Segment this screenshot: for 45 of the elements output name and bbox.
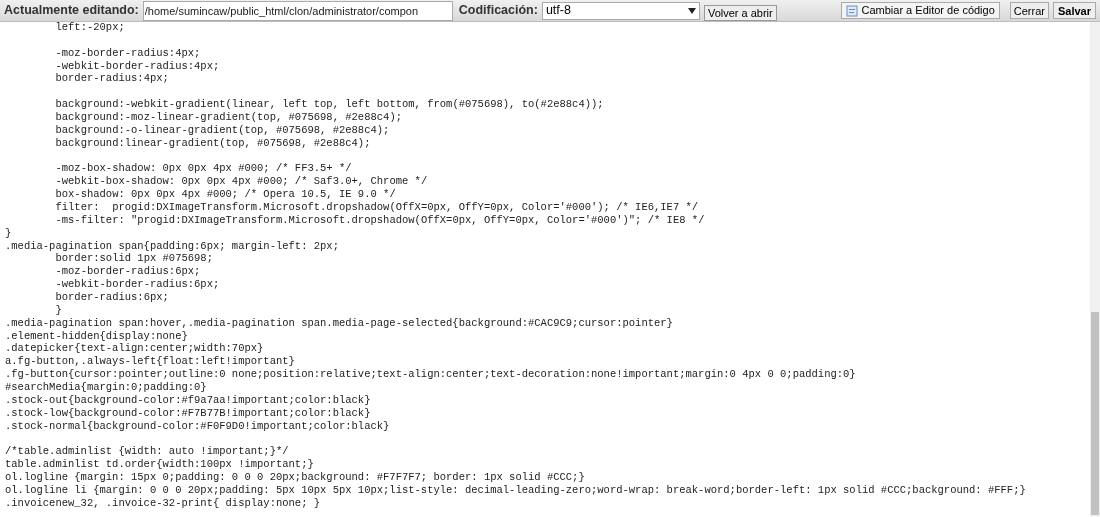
code-line: -moz-box-shadow: 0px 0px 4px #000; /* FF3.5+ */ xyxy=(54,162,353,176)
code-line: .stock-normal{background-color:#F0F9D0!important;color:black} xyxy=(5,419,391,433)
code-line: } xyxy=(5,226,13,240)
code-line: -moz-border-radius:6px; xyxy=(54,265,202,279)
code-line: border-radius:6px; xyxy=(54,291,170,304)
code-line: ol.logline li {margin: 0 0 0 20px;padding: 5px 10px 5px 10px;list-style: decimal-leading-zero;word-wrap: break-word;border-left: 1px solid #CCC;background: #FFF;} xyxy=(5,483,1027,497)
code-line: .media-pagination span:hover,.media-pagination span.media-page-selected{background:#CAC9C9;cursor:pointer} xyxy=(5,316,674,330)
code-line: background:-moz-linear-gradient(top, #075698, #2e88c4); xyxy=(54,111,403,124)
code-line: /*table.adminlist {width: auto !important;}*/ xyxy=(5,445,290,459)
code-line: .fg-button{cursor:pointer;outline:0 none;position:relative;text-align:center;text-decoration:none!important;margin:0 4px 0 0;padding:0} xyxy=(5,368,857,382)
code-line: border:solid 1px #075698; xyxy=(54,252,214,266)
code-line: .datepicker{text-align:center;width:70px} xyxy=(5,342,265,356)
scrollbar-thumb[interactable] xyxy=(1091,312,1099,515)
code-line: .media-pagination span{padding:6px; margin-left: 2px; xyxy=(5,239,340,253)
code-line: border-radius:4px; xyxy=(54,72,170,86)
code-line: #searchMedia{margin:0;padding:0} xyxy=(5,381,208,394)
encoding-select[interactable]: utf-8 xyxy=(541,1,700,20)
code-line: } xyxy=(54,303,63,317)
code-line: .element-hidden{display:none} xyxy=(5,329,189,343)
code-line: .stock-low{background-color:#F7B77B!important;color:black} xyxy=(5,406,372,420)
code-line: background:-webkit-gradient(linear, left top, left bottom, from(#075698), to(#2e88c4)); xyxy=(54,98,605,111)
code-line: ol.logline {margin: 15px 0;padding: 0 0 0 20px;background: #F7F7F7; border: 1px solid #CCC;} xyxy=(5,471,586,484)
editing-label: Actualmente editando: xyxy=(4,2,139,20)
code-line: -webkit-border-radius:6px; xyxy=(54,278,221,292)
reopen-button[interactable]: Volver a abrir xyxy=(703,4,777,21)
code-line: filter: progid:DXImageTransform.Microsoft.dropshadow(OffX=0px, OffY=0px, Color='#000'); /* IE6,IE7 */ xyxy=(54,201,700,214)
code-line: .stock-out{background-color:#f9a7aa!important;color:black} xyxy=(5,393,372,407)
close-button[interactable]: Cerrar xyxy=(1009,2,1049,19)
code-line: -moz-border-radius:4px; xyxy=(54,46,202,60)
code-line: -webkit-border-radius:4px; xyxy=(54,59,221,73)
path-field[interactable]: /home/sumincaw/public_html/clon/administrator/compon xyxy=(142,0,453,21)
code-line: .invoicenew_32, .invoice-32-print{ display:none; } xyxy=(5,496,322,510)
code-line: left:-20px; xyxy=(54,22,126,34)
code-line: -ms-filter: "progid:DXImageTransform.Microsoft.dropshadow(OffX=0px, OffY=0px, Color='#000')"; /* IE8 */ xyxy=(54,213,706,227)
code-line: a.fg-button,.always-left{float:left!important} xyxy=(5,355,296,369)
code-line: table.adminlist td.order{width:100px !important;} xyxy=(5,458,315,472)
dropdown-caret-icon xyxy=(687,7,696,14)
document-icon xyxy=(845,4,858,17)
save-button[interactable]: Salvar xyxy=(1052,2,1096,19)
code-line: -webkit-box-shadow: 0px 0px 4px #000; /* Saf3.0+, Chrome */ xyxy=(54,175,429,189)
encoding-label: Codificación: xyxy=(458,2,538,20)
code-line: background:linear-gradient(top, #075698, #2e88c4); xyxy=(54,136,372,150)
code-line: box-shadow: 0px 0px 4px #000; /* Opera 10.5, IE 9.0 */ xyxy=(54,188,397,202)
code-line: background:-o-linear-gradient(top, #075698, #2e88c4); xyxy=(54,123,391,137)
switch-editor-button[interactable]: Cambiar a Editor de código xyxy=(840,2,1000,19)
